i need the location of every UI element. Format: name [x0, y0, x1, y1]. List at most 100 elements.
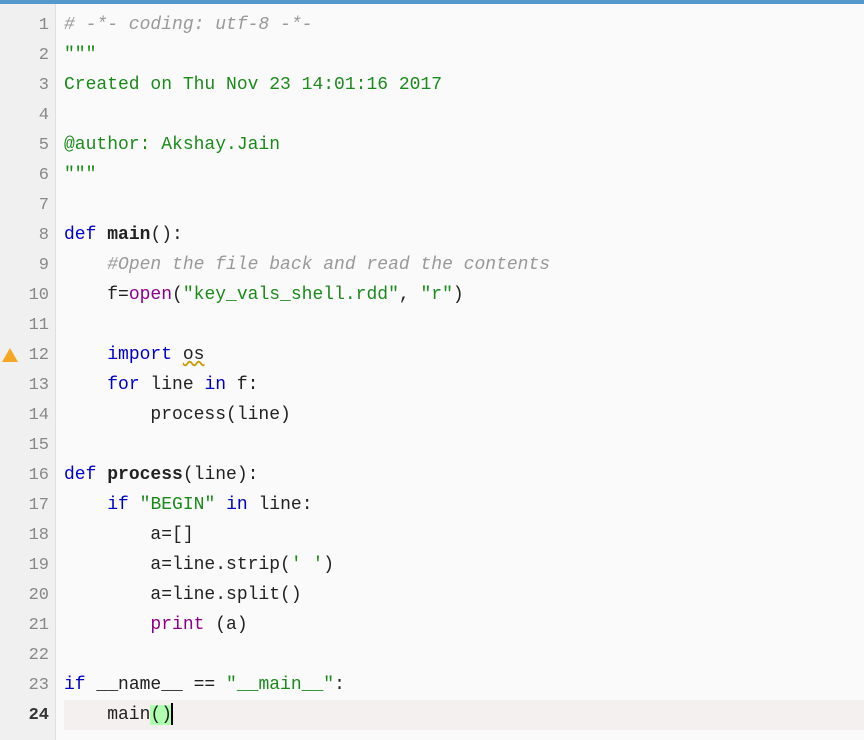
- line-number-label: 18: [29, 526, 49, 545]
- line-number-label: 14: [29, 406, 49, 425]
- line-number-label: 17: [29, 496, 49, 515]
- line-number[interactable]: 11: [0, 310, 55, 340]
- code-token: ,: [399, 285, 421, 305]
- code-line[interactable]: def main():: [64, 220, 864, 250]
- code-line[interactable]: [64, 310, 864, 340]
- line-number[interactable]: 24: [0, 700, 55, 730]
- line-number[interactable]: 6: [0, 160, 55, 190]
- line-number[interactable]: 20: [0, 580, 55, 610]
- line-number[interactable]: 15: [0, 430, 55, 460]
- code-line[interactable]: #Open the file back and read the content…: [64, 250, 864, 280]
- code-line[interactable]: f=open("key_vals_shell.rdd", "r"): [64, 280, 864, 310]
- code-line[interactable]: Created on Thu Nov 23 14:01:16 2017: [64, 70, 864, 100]
- line-number[interactable]: 5: [0, 130, 55, 160]
- code-line[interactable]: def process(line):: [64, 460, 864, 490]
- line-number-label: 24: [29, 706, 49, 725]
- line-number-label: 3: [39, 76, 49, 95]
- code-line[interactable]: if "BEGIN" in line:: [64, 490, 864, 520]
- code-token: "key_vals_shell.rdd": [183, 285, 399, 305]
- code-token: ): [323, 555, 334, 575]
- code-token: main: [107, 225, 150, 245]
- line-number[interactable]: 2: [0, 40, 55, 70]
- line-number[interactable]: 10: [0, 280, 55, 310]
- code-token: process: [107, 465, 183, 485]
- code-line[interactable]: a=[]: [64, 520, 864, 550]
- code-token: (: [172, 285, 183, 305]
- line-number[interactable]: 9: [0, 250, 55, 280]
- line-number[interactable]: 17: [0, 490, 55, 520]
- code-token: import: [107, 345, 172, 365]
- code-token: __name__ ==: [86, 675, 226, 695]
- line-number[interactable]: 16: [0, 460, 55, 490]
- line-number[interactable]: 7: [0, 190, 55, 220]
- code-token: line: [140, 375, 205, 395]
- code-line[interactable]: print (a): [64, 610, 864, 640]
- line-number[interactable]: 3: [0, 70, 55, 100]
- code-line[interactable]: a=line.strip(' '): [64, 550, 864, 580]
- text-cursor: [171, 703, 173, 725]
- code-token: [64, 375, 107, 395]
- line-number-label: 13: [29, 376, 49, 395]
- line-number-label: 10: [29, 286, 49, 305]
- code-token: process(line): [64, 405, 291, 425]
- code-token: :: [334, 675, 345, 695]
- code-token: in: [204, 375, 226, 395]
- code-line[interactable]: a=line.split(): [64, 580, 864, 610]
- code-line[interactable]: """: [64, 160, 864, 190]
- code-line[interactable]: @author: Akshay.Jain: [64, 130, 864, 160]
- line-number-label: 2: [39, 46, 49, 65]
- line-number-label: 4: [39, 106, 49, 125]
- code-line[interactable]: main(): [64, 700, 864, 730]
- line-number-gutter[interactable]: 123456789101112131415161718192021222324: [0, 4, 56, 740]
- code-token: [96, 465, 107, 485]
- code-line[interactable]: """: [64, 40, 864, 70]
- code-line[interactable]: if __name__ == "__main__":: [64, 670, 864, 700]
- code-editor-area[interactable]: # -*- coding: utf-8 -*-"""Created on Thu…: [56, 4, 864, 740]
- code-token: [64, 615, 150, 635]
- code-line[interactable]: import os: [64, 340, 864, 370]
- code-token: os: [183, 345, 205, 365]
- code-token: [64, 345, 107, 365]
- code-line[interactable]: process(line): [64, 400, 864, 430]
- code-token: f:: [226, 375, 258, 395]
- warning-icon[interactable]: [2, 348, 18, 362]
- code-token: [64, 495, 107, 515]
- code-line[interactable]: # -*- coding: utf-8 -*-: [64, 10, 864, 40]
- code-token: [64, 255, 107, 275]
- code-line[interactable]: [64, 640, 864, 670]
- code-token: [172, 345, 183, 365]
- code-token: a=line.strip(: [64, 555, 291, 575]
- line-number-label: 9: [39, 256, 49, 275]
- code-line[interactable]: for line in f:: [64, 370, 864, 400]
- line-number[interactable]: 21: [0, 610, 55, 640]
- code-line[interactable]: [64, 190, 864, 220]
- code-token: (line):: [183, 465, 259, 485]
- line-number[interactable]: 12: [0, 340, 55, 370]
- code-token: def: [64, 465, 96, 485]
- line-number[interactable]: 14: [0, 400, 55, 430]
- line-number[interactable]: 19: [0, 550, 55, 580]
- line-number-label: 7: [39, 196, 49, 215]
- line-number-label: 21: [29, 616, 49, 635]
- line-number-label: 1: [39, 16, 49, 35]
- code-line[interactable]: [64, 100, 864, 130]
- line-number[interactable]: 4: [0, 100, 55, 130]
- line-number[interactable]: 23: [0, 670, 55, 700]
- code-token: for: [107, 375, 139, 395]
- line-number-label: 11: [29, 316, 49, 335]
- code-line[interactable]: [64, 430, 864, 460]
- editor-container: 123456789101112131415161718192021222324 …: [0, 4, 864, 740]
- code-token: open: [129, 285, 172, 305]
- line-number[interactable]: 8: [0, 220, 55, 250]
- code-token: "r": [421, 285, 453, 305]
- code-token: #Open the file back and read the content…: [107, 255, 550, 275]
- code-token: in: [226, 495, 248, 515]
- line-number[interactable]: 22: [0, 640, 55, 670]
- code-token: Created on Thu Nov 23 14:01:16 2017: [64, 75, 442, 95]
- line-number[interactable]: 1: [0, 10, 55, 40]
- code-token: ): [453, 285, 464, 305]
- code-token: [215, 495, 226, 515]
- line-number[interactable]: 18: [0, 520, 55, 550]
- line-number[interactable]: 13: [0, 370, 55, 400]
- code-token: ' ': [291, 555, 323, 575]
